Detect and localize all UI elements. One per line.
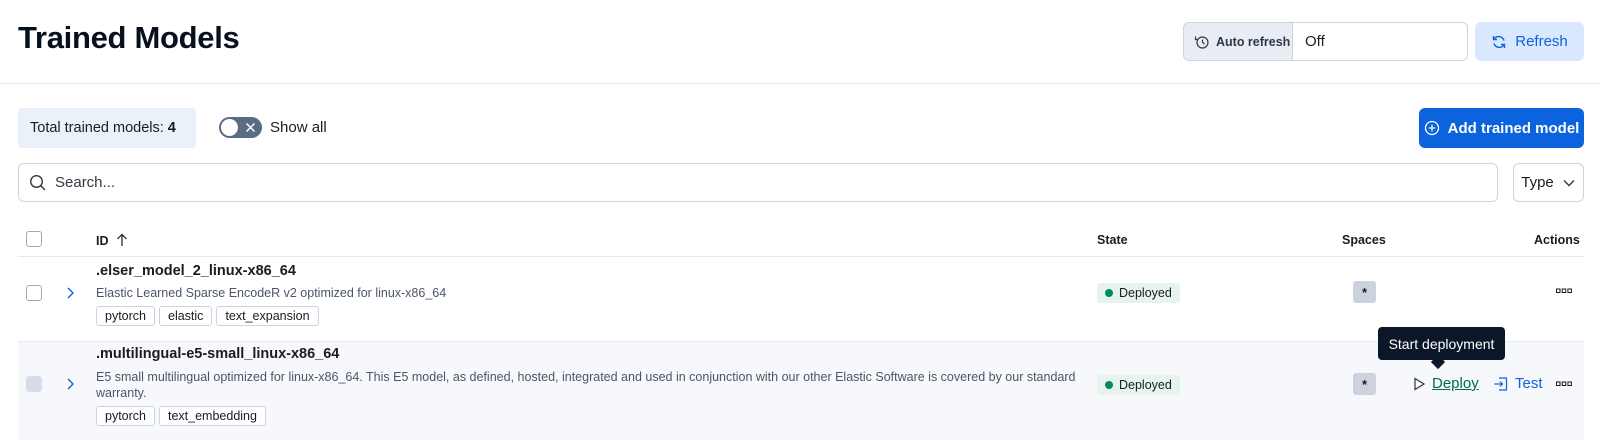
total-models-count: Total trained models: 4 xyxy=(18,108,196,148)
auto-refresh-prepend[interactable]: Auto refresh xyxy=(1184,23,1293,60)
tag: text_embedding xyxy=(159,406,266,426)
refresh-label: Refresh xyxy=(1515,33,1568,50)
space-badge[interactable]: * xyxy=(1353,281,1376,303)
column-header-state[interactable]: State xyxy=(1097,233,1128,247)
chevron-right-icon[interactable] xyxy=(63,286,77,300)
column-header-spaces: Spaces xyxy=(1342,233,1386,247)
space-badge[interactable]: * xyxy=(1353,373,1376,395)
column-id-label: ID xyxy=(96,234,109,248)
refresh-icon xyxy=(1493,35,1506,48)
state-label: Deployed xyxy=(1119,378,1172,392)
more-actions-icon[interactable] xyxy=(1556,286,1572,296)
cross-icon xyxy=(245,122,256,133)
clock-refresh-icon xyxy=(1194,35,1209,49)
table-row: .elser_model_2_linux-x86_64 Elastic Lear… xyxy=(18,257,1584,342)
status-dot-icon xyxy=(1105,381,1113,389)
chevron-right-icon[interactable] xyxy=(63,377,77,391)
start-deployment-tooltip: Start deployment xyxy=(1378,327,1505,360)
show-all-label[interactable]: Show all xyxy=(270,119,327,136)
test-action[interactable]: Test xyxy=(1493,375,1543,392)
auto-refresh-value[interactable]: Off xyxy=(1293,23,1467,60)
model-tags: pytorch elastic text_expansion xyxy=(96,306,319,326)
tag: text_expansion xyxy=(216,306,319,326)
page-header: Trained Models Auto refresh Off Refresh xyxy=(0,0,1600,84)
plus-circle-icon xyxy=(1424,120,1439,136)
play-icon xyxy=(1414,376,1426,391)
add-trained-model-button[interactable]: Add trained model xyxy=(1419,108,1584,148)
deploy-label: Deploy xyxy=(1432,375,1479,392)
model-id[interactable]: .elser_model_2_linux-x86_64 xyxy=(96,263,296,279)
tag: pytorch xyxy=(96,306,155,326)
search-input[interactable] xyxy=(55,174,1455,191)
column-header-id[interactable]: ID xyxy=(96,233,128,248)
auto-refresh-label: Auto refresh xyxy=(1216,34,1291,49)
tag: elastic xyxy=(159,306,213,326)
row-select-checkbox[interactable] xyxy=(26,376,42,392)
test-label: Test xyxy=(1515,375,1543,392)
show-all-toggle[interactable] xyxy=(219,117,262,138)
refresh-button[interactable]: Refresh xyxy=(1475,22,1584,61)
model-description: E5 small multilingual optimized for linu… xyxy=(96,370,1076,400)
chevron-down-icon xyxy=(1563,179,1575,186)
auto-refresh-control[interactable]: Auto refresh Off xyxy=(1183,22,1468,61)
column-header-actions: Actions xyxy=(1534,233,1580,247)
model-description: Elastic Learned Sparse EncodeR v2 optimi… xyxy=(96,286,447,300)
search-bar[interactable] xyxy=(18,163,1498,202)
row-select-checkbox[interactable] xyxy=(26,285,42,301)
tag: pytorch xyxy=(96,406,155,426)
model-tags: pytorch text_embedding xyxy=(96,406,266,426)
type-filter-label: Type xyxy=(1521,174,1554,191)
state-label: Deployed xyxy=(1119,286,1172,300)
toggle-knob xyxy=(221,119,238,136)
model-id[interactable]: .multilingual-e5-small_linux-x86_64 xyxy=(96,346,339,362)
status-dot-icon xyxy=(1105,289,1113,297)
search-icon xyxy=(29,174,46,190)
total-label: Total trained models: xyxy=(30,120,164,136)
select-all-checkbox[interactable] xyxy=(26,231,42,247)
state-badge: Deployed xyxy=(1097,283,1180,303)
sort-ascending-icon xyxy=(117,233,127,246)
state-badge: Deployed xyxy=(1097,375,1180,395)
test-input-icon xyxy=(1494,376,1508,391)
deploy-action[interactable]: Deploy xyxy=(1412,375,1479,392)
add-model-label: Add trained model xyxy=(1447,119,1580,137)
total-count-value: 4 xyxy=(167,120,176,136)
page-title: Trained Models xyxy=(18,20,240,55)
more-actions-icon[interactable] xyxy=(1556,379,1572,389)
type-filter-button[interactable]: Type xyxy=(1513,163,1584,202)
table-row: .multilingual-e5-small_linux-x86_64 E5 s… xyxy=(18,342,1584,440)
